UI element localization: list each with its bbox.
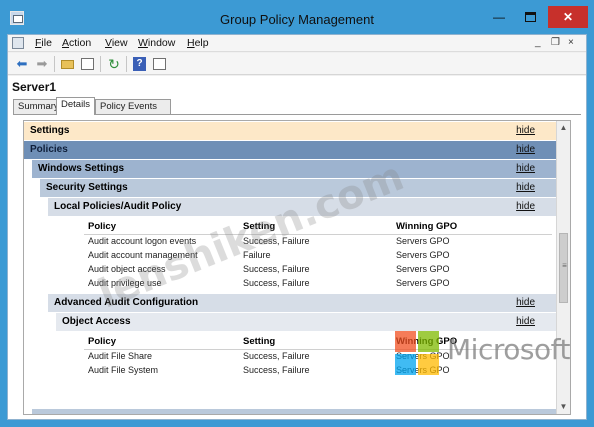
console-icon[interactable] bbox=[12, 37, 24, 49]
minimize-icon: _ bbox=[535, 37, 541, 48]
column-header-setting: Setting bbox=[243, 336, 276, 347]
close-icon: × bbox=[568, 37, 574, 48]
column-header-policy: Policy bbox=[88, 336, 116, 347]
table-row: Audit account management Failure Servers… bbox=[88, 250, 450, 260]
menu-help[interactable]: Help bbox=[187, 37, 209, 49]
details-pane: Server1 Summary Details Policy Events Se… bbox=[8, 76, 586, 419]
hide-link[interactable]: hide bbox=[516, 141, 535, 159]
minimize-icon: — bbox=[493, 10, 505, 24]
up-folder-icon[interactable] bbox=[60, 56, 76, 72]
vertical-scrollbar[interactable]: ▲ ≡ ▼ bbox=[556, 121, 570, 414]
page-title: Server1 bbox=[12, 80, 57, 94]
column-header-policy: Policy bbox=[88, 221, 116, 232]
section-settings[interactable]: Settings hide bbox=[24, 122, 557, 140]
hide-link[interactable]: hide bbox=[516, 313, 535, 331]
scroll-thumb[interactable]: ≡ bbox=[559, 233, 568, 303]
tab-summary[interactable]: Summary bbox=[13, 99, 59, 114]
table-row: Audit File System Success, Failure Serve… bbox=[88, 365, 450, 375]
menu-action[interactable]: Action bbox=[62, 37, 91, 49]
section-advanced-audit[interactable]: Advanced Audit Configuration hide bbox=[48, 294, 557, 312]
hide-link[interactable]: hide bbox=[516, 294, 535, 312]
table-row: Audit privilege use Success, Failure Ser… bbox=[88, 278, 450, 288]
hide-link[interactable]: hide bbox=[516, 122, 535, 140]
section-security-settings[interactable]: Security Settings hide bbox=[40, 179, 557, 197]
menu-window[interactable]: Window bbox=[138, 37, 175, 49]
section-collapsed-next[interactable] bbox=[32, 409, 557, 414]
menu-view[interactable]: View bbox=[105, 37, 128, 49]
hide-link[interactable]: hide bbox=[516, 198, 535, 216]
grip-icon: ≡ bbox=[562, 261, 567, 270]
section-policies[interactable]: Policies hide bbox=[24, 141, 557, 159]
show-hide-tree-icon[interactable] bbox=[80, 56, 96, 72]
toolbar-separator bbox=[54, 56, 55, 72]
restore-icon: ❐ bbox=[551, 37, 560, 48]
back-arrow-icon[interactable]: ⬅ bbox=[14, 56, 30, 72]
hide-link[interactable]: hide bbox=[516, 179, 535, 197]
section-windows-settings[interactable]: Windows Settings hide bbox=[32, 160, 557, 178]
help-icon[interactable]: ? bbox=[132, 56, 148, 72]
tab-divider bbox=[13, 114, 581, 115]
settings-report[interactable]: Settings hide Policies hide Windows Sett… bbox=[23, 120, 571, 415]
toolbar: ⬅ ➡ ↻ ? bbox=[8, 53, 586, 75]
table-row: Audit account logon events Success, Fail… bbox=[88, 236, 450, 246]
properties-icon[interactable] bbox=[152, 56, 168, 72]
menu-file[interactable]: File bbox=[35, 37, 52, 49]
table-row: Audit File Share Success, Failure Server… bbox=[88, 351, 450, 361]
child-minimize-button[interactable]: _ bbox=[535, 37, 541, 48]
toolbar-separator bbox=[126, 56, 127, 72]
maximize-button[interactable] bbox=[516, 6, 544, 28]
section-local-policies-audit[interactable]: Local Policies/Audit Policy hide bbox=[48, 198, 557, 216]
close-icon: ✕ bbox=[562, 10, 574, 24]
tab-details[interactable]: Details bbox=[56, 97, 95, 115]
hide-link[interactable]: hide bbox=[516, 160, 535, 178]
refresh-icon[interactable]: ↻ bbox=[106, 56, 122, 72]
close-button[interactable]: ✕ bbox=[548, 6, 588, 28]
table-header: Policy Setting Winning GPO bbox=[84, 336, 552, 350]
title-bar[interactable]: Group Policy Management — ✕ bbox=[0, 0, 594, 36]
child-restore-button[interactable]: ❐ bbox=[551, 37, 560, 48]
column-header-winning-gpo: Winning GPO bbox=[396, 221, 458, 232]
menu-bar: File Action View Window Help _ ❐ × bbox=[8, 35, 586, 52]
toolbar-separator bbox=[100, 56, 101, 72]
scroll-up-arrow-icon[interactable]: ▲ bbox=[557, 121, 570, 135]
scroll-down-arrow-icon[interactable]: ▼ bbox=[557, 400, 570, 414]
column-header-winning-gpo: Winning GPO bbox=[396, 336, 458, 347]
child-close-button[interactable]: × bbox=[568, 37, 574, 48]
minimize-button[interactable]: — bbox=[485, 6, 513, 28]
tab-policy-events[interactable]: Policy Events bbox=[95, 99, 171, 114]
maximize-icon bbox=[524, 11, 536, 22]
client-area: File Action View Window Help _ ❐ × ⬅ ➡ ↻… bbox=[7, 34, 587, 420]
column-header-setting: Setting bbox=[243, 221, 276, 232]
table-header: Policy Setting Winning GPO bbox=[84, 221, 552, 235]
app-window: Group Policy Management — ✕ File Action … bbox=[0, 0, 594, 427]
table-row: Audit object access Success, Failure Ser… bbox=[88, 264, 450, 274]
section-object-access[interactable]: Object Access hide bbox=[56, 313, 557, 331]
forward-arrow-icon[interactable]: ➡ bbox=[34, 56, 50, 72]
